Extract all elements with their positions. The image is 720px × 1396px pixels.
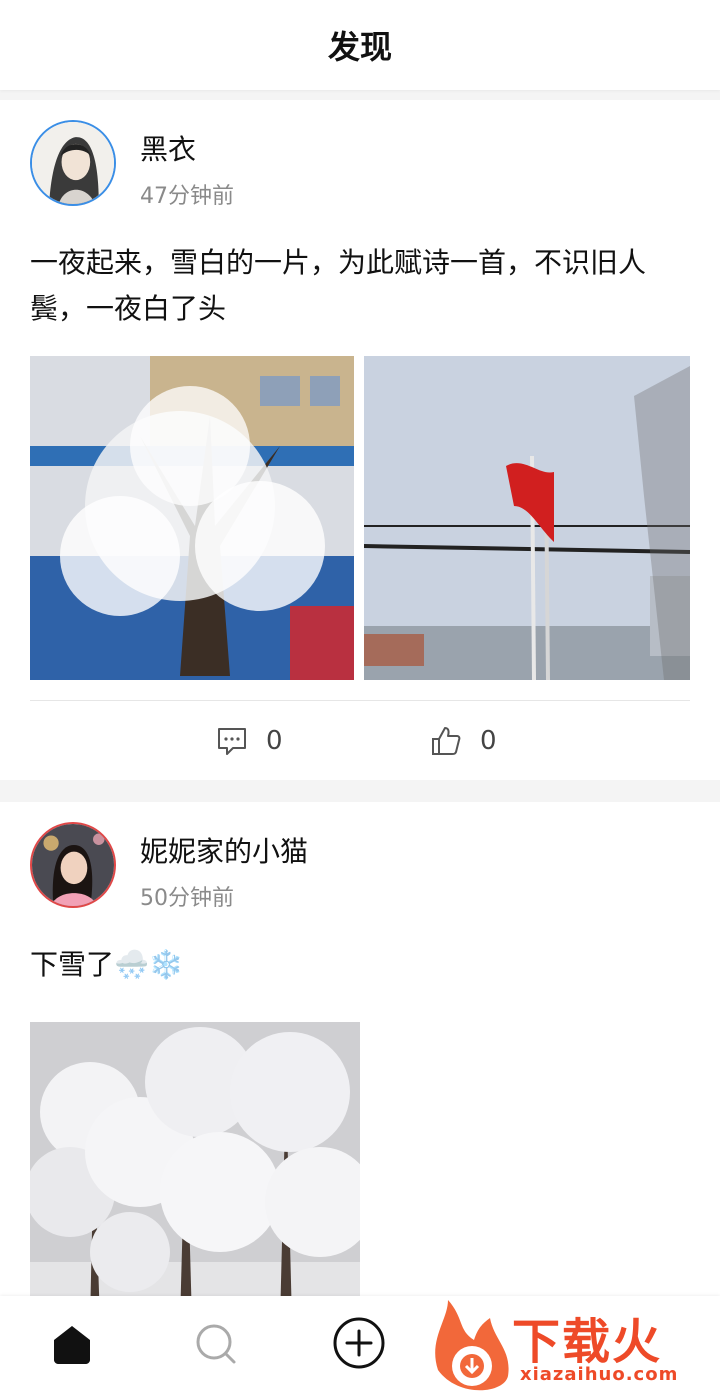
top-header: 发现: [0, 0, 720, 90]
username[interactable]: 黑衣: [140, 128, 196, 168]
avatar[interactable]: [30, 120, 116, 206]
add-icon: [333, 1317, 385, 1369]
username[interactable]: 妮妮家的小猫: [140, 830, 308, 870]
comment-count: 0: [266, 726, 283, 756]
post-image-snow-trees[interactable]: [30, 1022, 360, 1322]
watermark-logo: 下载火 xiazaihuo.com: [428, 1300, 720, 1396]
comment-button[interactable]: 0: [216, 723, 283, 759]
feed-post: 妮妮家的小猫 50分钟前 下雪了🌨️❄️: [0, 802, 720, 1322]
flame-logo-icon: [435, 1300, 509, 1391]
post-image-flag[interactable]: [364, 356, 690, 680]
search-icon[interactable]: [192, 1320, 240, 1368]
post-content: 一夜起来，雪白的一片，为此赋诗一首，不识旧人鬓，一夜白了头: [30, 246, 647, 325]
post-image-snowy-tree[interactable]: [30, 356, 354, 680]
home-icon[interactable]: [48, 1320, 96, 1368]
like-count: 0: [480, 726, 497, 756]
watermark-text: 下载火: [512, 1314, 663, 1370]
watermark-url: xiazaihuo.com: [520, 1364, 679, 1385]
post-content: 下雪了🌨️❄️: [30, 948, 184, 981]
post-divider: [30, 700, 690, 701]
add-post-button[interactable]: [332, 1316, 386, 1370]
post-time: 50分钟前: [140, 886, 234, 911]
avatar[interactable]: [30, 822, 116, 908]
thumbs-up-icon: [430, 725, 462, 757]
page-title: 发现: [327, 28, 392, 66]
feed-post: 黑衣 47分钟前 一夜起来，雪白的一片，为此赋诗一首，不识旧人鬓，一夜白了头 0…: [0, 100, 720, 780]
comment-icon: [216, 725, 248, 757]
post-time: 47分钟前: [140, 184, 234, 209]
like-button[interactable]: 0: [430, 723, 497, 759]
